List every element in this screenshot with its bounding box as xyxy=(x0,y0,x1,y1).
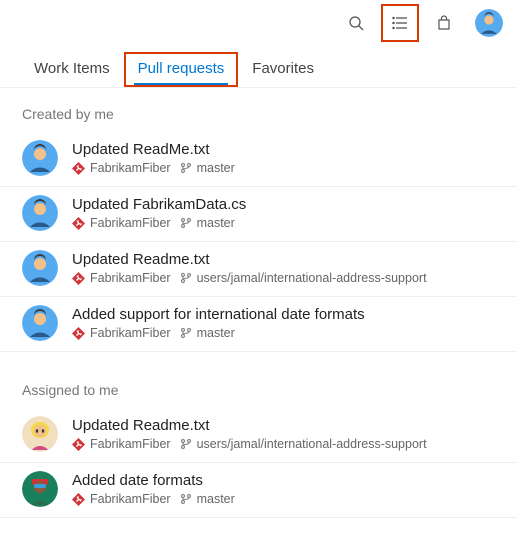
pr-item[interactable]: Added date formats FabrikamFiber master xyxy=(0,463,517,518)
repo-icon xyxy=(72,272,85,285)
shopping-bag-icon[interactable] xyxy=(427,6,461,40)
tab-bar: Work Items Pull requests Favorites xyxy=(0,46,517,88)
pr-title: Added date formats xyxy=(72,472,495,489)
pr-body: Added date formats FabrikamFiber master xyxy=(72,472,495,506)
avatar-icon xyxy=(22,195,58,231)
avatar-icon xyxy=(22,140,58,176)
avatar-icon xyxy=(22,471,58,507)
tab-work-items[interactable]: Work Items xyxy=(20,52,124,87)
pr-body: Updated FabrikamData.cs FabrikamFiber ma… xyxy=(72,196,495,230)
branch-icon xyxy=(180,217,192,229)
pr-meta: FabrikamFiber users/jamal/international-… xyxy=(72,437,495,451)
pr-item[interactable]: Updated Readme.txt FabrikamFiber users/j… xyxy=(0,408,517,463)
pr-meta: FabrikamFiber master xyxy=(72,161,495,175)
pr-body: Updated Readme.txt FabrikamFiber users/j… xyxy=(72,251,495,285)
pr-body: Updated Readme.txt FabrikamFiber users/j… xyxy=(72,417,495,451)
pr-title: Added support for international date for… xyxy=(72,306,495,323)
section-title-created: Created by me xyxy=(0,88,517,132)
repo-icon xyxy=(72,327,85,340)
pr-body: Updated ReadMe.txt FabrikamFiber master xyxy=(72,141,495,175)
search-icon[interactable] xyxy=(339,6,373,40)
repo-icon xyxy=(72,493,85,506)
user-avatar[interactable] xyxy=(475,9,503,37)
pr-item[interactable]: Updated FabrikamData.cs FabrikamFiber ma… xyxy=(0,187,517,242)
repo-name: FabrikamFiber xyxy=(90,161,171,175)
tab-pull-requests[interactable]: Pull requests xyxy=(124,52,239,87)
branch-name: master xyxy=(197,216,235,230)
repo-name: FabrikamFiber xyxy=(90,271,171,285)
branch-icon xyxy=(180,327,192,339)
branch-icon xyxy=(180,162,192,174)
branch-name: users/jamal/international-address-suppor… xyxy=(197,271,427,285)
section-title-assigned: Assigned to me xyxy=(0,364,517,408)
avatar-icon xyxy=(22,416,58,452)
repo-name: FabrikamFiber xyxy=(90,216,171,230)
repo-icon xyxy=(72,162,85,175)
pr-item[interactable]: Updated ReadMe.txt FabrikamFiber master xyxy=(0,132,517,187)
pr-meta: FabrikamFiber master xyxy=(72,492,495,506)
pr-title: Updated FabrikamData.cs xyxy=(72,196,495,213)
branch-name: master xyxy=(197,326,235,340)
pr-item[interactable]: Added support for international date for… xyxy=(0,297,517,352)
branch-icon xyxy=(180,493,192,505)
branch-name: users/jamal/international-address-suppor… xyxy=(197,437,427,451)
repo-name: FabrikamFiber xyxy=(90,437,171,451)
branch-icon xyxy=(180,272,192,284)
tab-favorites[interactable]: Favorites xyxy=(238,52,328,87)
pr-meta: FabrikamFiber master xyxy=(72,216,495,230)
branch-name: master xyxy=(197,492,235,506)
repo-icon xyxy=(72,438,85,451)
avatar-icon xyxy=(22,305,58,341)
pr-title: Updated Readme.txt xyxy=(72,417,495,434)
pr-item[interactable]: Updated Readme.txt FabrikamFiber users/j… xyxy=(0,242,517,297)
repo-icon xyxy=(72,217,85,230)
list-view-icon[interactable] xyxy=(381,4,419,42)
app-header xyxy=(0,0,517,46)
pr-body: Added support for international date for… xyxy=(72,306,495,340)
repo-name: FabrikamFiber xyxy=(90,326,171,340)
branch-name: master xyxy=(197,161,235,175)
repo-name: FabrikamFiber xyxy=(90,492,171,506)
pr-meta: FabrikamFiber master xyxy=(72,326,495,340)
avatar-icon xyxy=(22,250,58,286)
pr-meta: FabrikamFiber users/jamal/international-… xyxy=(72,271,495,285)
branch-icon xyxy=(180,438,192,450)
pr-title: Updated Readme.txt xyxy=(72,251,495,268)
pr-title: Updated ReadMe.txt xyxy=(72,141,495,158)
